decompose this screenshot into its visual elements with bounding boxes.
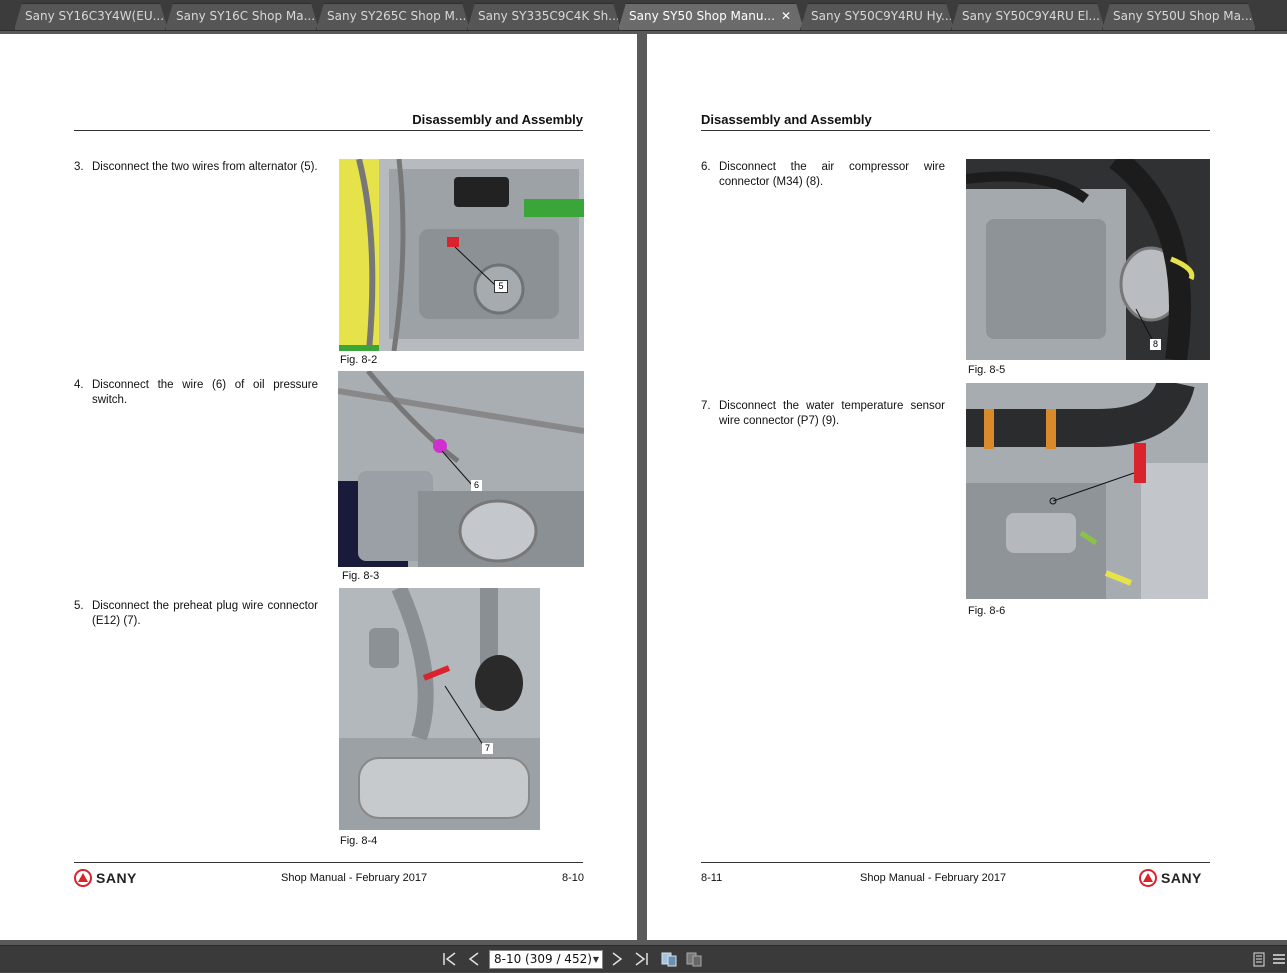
- single-page-icon[interactable]: [1250, 950, 1268, 968]
- footer-title: Shop Manual - February 2017: [860, 872, 1007, 884]
- continuous-view-icon[interactable]: [685, 950, 703, 968]
- page-header: Disassembly and Assembly: [701, 112, 872, 127]
- figure-callout: 5: [494, 280, 508, 293]
- header-rule: [701, 130, 1210, 131]
- tab-label: Sany SY16C Shop Ma...: [176, 9, 316, 23]
- menu-icon[interactable]: [1270, 950, 1287, 968]
- first-page-icon[interactable]: [440, 950, 458, 968]
- step-text: Disconnect the two wires from alternator…: [92, 161, 318, 173]
- page-number: 8-10: [562, 872, 585, 884]
- two-page-view-icon[interactable]: [660, 950, 678, 968]
- figure-water-temp-sensor: [966, 383, 1208, 599]
- figure-caption: Fig. 8-4: [340, 835, 378, 847]
- sany-logo: SANY: [74, 869, 137, 887]
- chevron-down-icon: ▼: [592, 955, 599, 964]
- document-viewer[interactable]: Disassembly and Assembly 3. Disconnect t…: [0, 31, 1287, 945]
- step-number: 7.: [701, 400, 711, 412]
- header-rule: [74, 130, 583, 131]
- last-page-icon[interactable]: [633, 950, 651, 968]
- page-number: 8-11: [701, 872, 723, 884]
- tab-sy50u[interactable]: Sany SY50U Shop Ma...: [1102, 3, 1256, 30]
- step-number: 3.: [74, 161, 84, 173]
- tab-label: Sany SY50C9Y4RU Hy...: [811, 9, 953, 23]
- figure-caption: Fig. 8-5: [968, 364, 1006, 376]
- figure-air-compressor: 8: [966, 159, 1210, 360]
- tab-sy50-active[interactable]: Sany SY50 Shop Manu... ✕: [618, 3, 804, 30]
- tab-sy50c9y4ru-hy[interactable]: Sany SY50C9Y4RU Hy...: [800, 3, 954, 30]
- tab-bar: Sany SY16C3Y4W(EU... Sany SY16C Shop Ma.…: [0, 0, 1287, 31]
- tab-label: Sany SY335C9C4K Sh...: [478, 9, 620, 23]
- sany-logo-icon: [74, 869, 92, 887]
- step-text: Disconnect the air compressor wire conne…: [719, 161, 945, 188]
- figure-alternator: 5: [339, 159, 584, 351]
- prev-page-icon[interactable]: [465, 950, 483, 968]
- step-number: 5.: [74, 600, 84, 612]
- tab-label: Sany SY50C9Y4RU El...: [962, 9, 1100, 23]
- figure-caption: Fig. 8-3: [342, 570, 380, 582]
- tab-label: Sany SY50 Shop Manu...: [629, 9, 775, 23]
- page-indicator-value: 8-10 (309 / 452): [494, 952, 592, 966]
- footer-title: Shop Manual - February 2017: [281, 872, 428, 884]
- tab-label: Sany SY265C Shop M...: [327, 9, 467, 23]
- step-text: Disconnect the preheat plug wire connect…: [92, 600, 318, 627]
- brand-name: SANY: [1161, 870, 1202, 886]
- close-icon[interactable]: ✕: [781, 4, 791, 29]
- brand-name: SANY: [96, 870, 137, 886]
- figure-preheat-plug: 7: [339, 588, 540, 830]
- tab-sy16c3y4w[interactable]: Sany SY16C3Y4W(EU...: [14, 3, 168, 30]
- sany-logo-icon: [1139, 869, 1157, 887]
- step-text: Disconnect the wire (6) of oil pressure …: [92, 379, 318, 406]
- figure-callout: 7: [482, 743, 493, 754]
- tab-sy16c[interactable]: Sany SY16C Shop Ma...: [165, 3, 319, 30]
- page-header: Disassembly and Assembly: [412, 112, 583, 127]
- page-number-select[interactable]: 8-10 (309 / 452) ▼: [489, 950, 603, 969]
- tab-label: Sany SY50U Shop Ma...: [1113, 9, 1253, 23]
- figure-caption: Fig. 8-6: [968, 605, 1006, 617]
- tab-sy50c9y4ru-el[interactable]: Sany SY50C9Y4RU El...: [951, 3, 1105, 30]
- page-right: Disassembly and Assembly 6. Disconnect t…: [647, 34, 1287, 940]
- figure-callout: 8: [1150, 339, 1161, 350]
- page-left: Disassembly and Assembly 3. Disconnect t…: [0, 34, 637, 940]
- figure-caption: Fig. 8-2: [340, 354, 378, 366]
- step-number: 4.: [74, 379, 84, 391]
- sany-logo: SANY: [1139, 869, 1202, 887]
- next-page-icon[interactable]: [608, 950, 626, 968]
- tab-label: Sany SY16C3Y4W(EU...: [25, 9, 165, 23]
- bottom-toolbar: 8-10 (309 / 452) ▼: [0, 945, 1287, 972]
- step-number: 6.: [701, 161, 711, 173]
- footer-rule: [701, 862, 1210, 863]
- tab-sy265c[interactable]: Sany SY265C Shop M...: [316, 3, 470, 30]
- figure-callout: 6: [471, 480, 482, 491]
- footer-rule: [74, 862, 583, 863]
- tab-sy335c9c4k[interactable]: Sany SY335C9C4K Sh...: [467, 3, 621, 30]
- figure-oil-pressure: 6: [338, 371, 584, 567]
- step-text: Disconnect the water temperature sensor …: [719, 400, 945, 427]
